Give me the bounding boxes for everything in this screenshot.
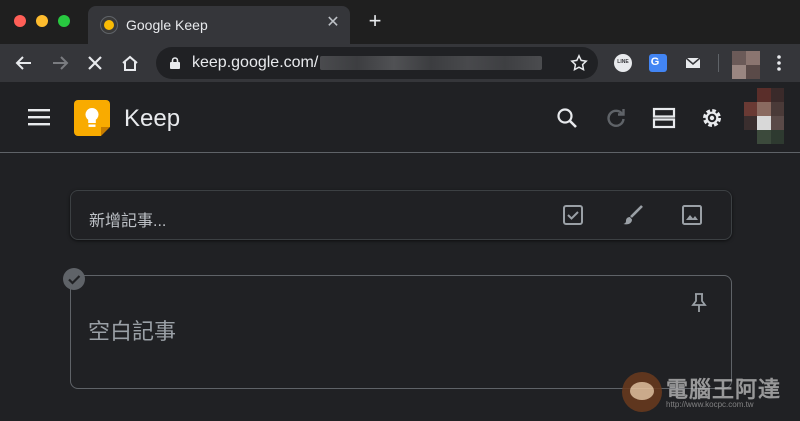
take-note-placeholder[interactable]: 新增記事... (89, 207, 166, 231)
keep-favicon-icon (100, 16, 118, 34)
pin-icon[interactable] (689, 292, 709, 314)
browser-toolbar: keep.google.com/ (0, 44, 800, 82)
new-tab-button[interactable]: + (364, 10, 386, 32)
list-view-icon[interactable] (652, 106, 676, 130)
note-title: 空白記事 (88, 319, 177, 344)
watermark-mascot-icon (622, 372, 662, 412)
keep-logo-icon[interactable] (74, 100, 110, 136)
account-avatar[interactable] (744, 88, 784, 144)
keep-header: Keep (0, 82, 800, 153)
tab-title: Google Keep (126, 17, 208, 33)
browser-profile-avatar[interactable] (732, 51, 760, 79)
toolbar-divider (718, 54, 719, 72)
window-minimize-button[interactable] (36, 15, 48, 27)
mail-icon[interactable] (684, 54, 702, 72)
lock-icon[interactable] (168, 56, 182, 70)
browser-tab-strip: Google Keep ✕ + (0, 0, 800, 44)
search-icon[interactable] (555, 106, 579, 130)
main-menu-icon[interactable] (28, 108, 50, 126)
select-note-checkmark-icon[interactable] (63, 268, 85, 290)
brush-icon[interactable] (622, 204, 644, 226)
settings-icon[interactable] (700, 106, 724, 130)
image-icon[interactable] (681, 204, 703, 226)
url-redacted (320, 56, 542, 70)
watermark-url: http://www.kocpc.com.tw (666, 400, 754, 409)
back-arrow-icon[interactable] (14, 53, 34, 73)
window-close-button[interactable] (14, 15, 26, 27)
refresh-icon[interactable] (604, 106, 628, 130)
url-text: keep.google.com/ (192, 54, 319, 71)
stop-loading-icon[interactable] (85, 53, 105, 73)
browser-menu-icon[interactable] (774, 54, 784, 72)
address-bar[interactable]: keep.google.com/ (156, 47, 598, 79)
forward-arrow-icon[interactable] (50, 53, 70, 73)
line-icon[interactable] (614, 54, 632, 72)
window-zoom-button[interactable] (58, 15, 70, 27)
checkbox-icon[interactable] (562, 204, 584, 226)
bookmark-star-icon[interactable] (570, 54, 588, 72)
home-icon[interactable] (120, 53, 140, 73)
watermark: 電腦王阿達 http://www.kocpc.com.tw (622, 370, 794, 416)
take-note-input[interactable]: 新增記事... (70, 190, 732, 240)
app-title[interactable]: Keep (124, 105, 180, 133)
google-translate-icon[interactable] (649, 54, 667, 72)
browser-tab[interactable]: Google Keep ✕ (88, 6, 350, 44)
tab-close-icon[interactable]: ✕ (324, 14, 342, 32)
